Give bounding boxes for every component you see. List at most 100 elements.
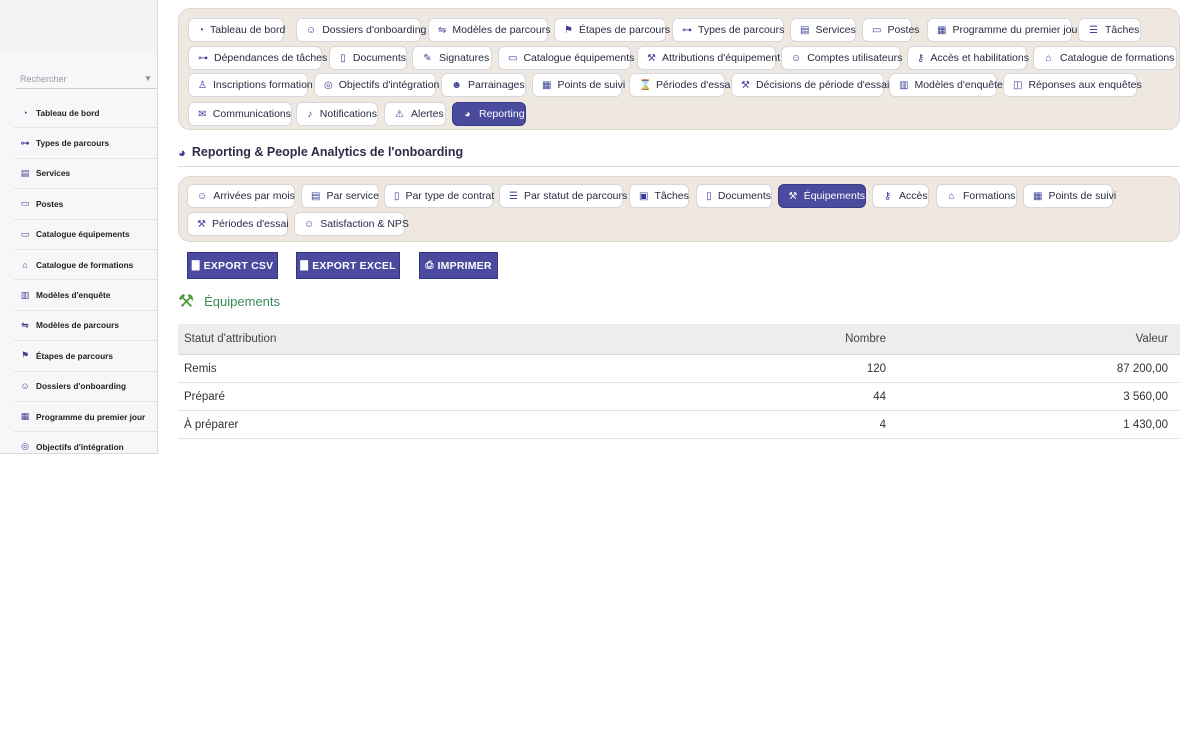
warning-icon: ⚠	[395, 108, 404, 120]
nav-tab[interactable]: ▦ Programme du premier jour	[927, 18, 1081, 42]
report-table: Statut d'attribution Nombre Valeur Remis…	[178, 324, 1180, 439]
nav-tab[interactable]: ▭ Postes	[862, 18, 920, 42]
export-csv-button[interactable]: ▇ EXPORT CSV	[187, 252, 278, 279]
nav-tab[interactable]: ☺ Dossiers d'onboarding	[296, 18, 426, 42]
sidebar-item-label: Programme du premier jour	[36, 411, 146, 422]
report-tab[interactable]: ⚒ Équipements	[778, 184, 866, 208]
hierarchy-icon: ⊶	[682, 24, 692, 36]
signature-icon: ✎	[423, 52, 432, 64]
nav-tab[interactable]: ⚑ Étapes de parcours	[554, 18, 670, 42]
sidebar-item[interactable]: ⌂ Catalogue de formations	[14, 250, 157, 281]
nav-tab[interactable]: ⚒ Décisions de période d'essai	[731, 73, 889, 97]
badge-icon: ▭	[872, 24, 882, 36]
key-icon: ⚷	[883, 190, 892, 202]
sidebar-item-label: Objectifs d'intégration	[36, 441, 124, 452]
sidebar-item[interactable]: ▭ Postes	[14, 189, 157, 220]
report-tab[interactable]: ▯ Documents	[696, 184, 772, 208]
sidebar-item[interactable]: ◔ Tableau de bord	[14, 98, 157, 129]
sidebar-item[interactable]: ⇋ Modèles de parcours	[14, 311, 157, 342]
gavel-icon: ⚒	[197, 218, 206, 230]
nav-tab[interactable]: ⌛ Périodes d'essai	[629, 73, 733, 97]
report-tab[interactable]: ▯ Par type de contrat	[384, 184, 495, 208]
report-tab[interactable]: ▦ Points de suivi	[1023, 184, 1116, 208]
sidebar-item[interactable]: ▦ Programme du premier jour	[14, 402, 157, 433]
nav-tab[interactable]: ⚠ Alertes	[384, 102, 446, 126]
nav-tab[interactable]: ◫ Réponses aux enquêtes	[1003, 73, 1142, 97]
target-icon: ◎	[21, 441, 29, 452]
dolly-icon: ⚒	[178, 290, 195, 311]
nav-tab-label: Modèles d'enquête	[914, 79, 1003, 91]
column-header-status[interactable]: Statut d'attribution	[178, 333, 678, 345]
report-tab-label: Par type de contrat	[405, 190, 495, 202]
nav-tab[interactable]: ▤ Services	[790, 18, 856, 42]
export-excel-button[interactable]: ▇ EXPORT EXCEL	[296, 252, 400, 279]
signs-icon: ⇋	[21, 319, 29, 330]
nav-tab-label: Objectifs d'intégration	[338, 79, 440, 91]
report-tab[interactable]: ⚒ Périodes d'essai	[187, 212, 289, 236]
sidebar-item[interactable]: ▤ Services	[14, 159, 157, 190]
sidebar-item[interactable]: ◎ Objectifs d'intégration	[14, 432, 157, 453]
nav-tab[interactable]: ▯ Documents	[329, 46, 407, 70]
sidebar-item[interactable]: ⚑ Étapes de parcours	[14, 341, 157, 372]
nav-tab[interactable]: ◎ Objectifs d'intégration	[314, 73, 439, 97]
sidebar-item[interactable]: ☺ Dossiers d'onboarding	[14, 372, 157, 402]
caret-down-icon[interactable]: ▼	[144, 69, 152, 89]
print-button[interactable]: ⎙ IMPRIMER	[419, 252, 498, 279]
report-heading: ⚒ Équipements	[178, 290, 280, 312]
nav-tab[interactable]: ♪ Notifications	[296, 102, 378, 126]
nav-tab[interactable]: ⊶ Types de parcours	[672, 18, 784, 42]
nav-tab[interactable]: ✎ Signatures	[412, 46, 492, 70]
nav-tab[interactable]: ◔ Tableau de bord	[188, 18, 285, 42]
building-icon: ▤	[311, 190, 321, 202]
report-tabs-panel: ☺ Arrivées par mois ▤ Par service ▯ Par type …	[178, 176, 1180, 242]
users-cog-icon: ☺	[791, 52, 802, 64]
column-header-count[interactable]: Nombre	[678, 333, 886, 345]
file-excel-icon: ▇	[300, 260, 309, 271]
status-cell: Remis	[184, 362, 217, 375]
sidebar-item-label: Types de parcours	[36, 138, 110, 149]
report-tab[interactable]: ⚷ Accès	[872, 184, 929, 208]
hierarchy-icon: ⊶	[20, 137, 30, 148]
nav-tab[interactable]: ☺ Comptes utilisateurs	[781, 46, 902, 70]
nav-tab-label: Documents	[352, 52, 406, 64]
report-tab[interactable]: ☺ Arrivées par mois	[187, 184, 295, 208]
report-tab[interactable]: ▣ Tâches	[629, 184, 689, 208]
sidebar-item[interactable]: ⊶ Types de parcours	[14, 128, 157, 159]
nav-tab-label: Alertes	[411, 108, 444, 120]
key-icon: ⚷	[917, 52, 925, 64]
nav-tab[interactable]: ◕ Reporting	[452, 102, 526, 126]
report-tab[interactable]: ☺ Satisfaction & NPS	[294, 212, 409, 236]
search-placeholder: Rechercher	[20, 74, 67, 84]
count-cell: 44	[873, 390, 886, 403]
nav-tab[interactable]: ☻ Parrainages	[441, 73, 526, 97]
search-select[interactable]: Rechercher ▼	[16, 69, 157, 89]
chart-pie-icon: ◕	[178, 145, 186, 160]
nav-tab[interactable]: ✉ Communications	[188, 102, 292, 126]
file-contract-icon: ▯	[394, 190, 400, 202]
sidebar-item[interactable]: ▭ Catalogue équipements	[14, 220, 157, 250]
sidebar-item-label: Postes	[36, 198, 64, 209]
nav-tab[interactable]: ♙ Inscriptions formation	[188, 73, 313, 97]
value-cell: 1 430,00	[1123, 418, 1168, 431]
nav-tab[interactable]: ⌂ Catalogue de formations	[1033, 46, 1177, 70]
report-tab[interactable]: ☰ Par statut de parcours	[499, 184, 627, 208]
sidebar-item[interactable]: ▥ Modèles d'enquête	[14, 280, 157, 311]
report-tab[interactable]: ▤ Par service	[301, 184, 379, 208]
nav-tab[interactable]: ⊶ Dépendances de tâches	[188, 46, 327, 70]
nav-tab[interactable]: ▥ Modèles d'enquête	[889, 73, 1003, 97]
nav-tab-label: Postes	[887, 24, 920, 36]
nav-tab[interactable]: ⚷ Accès et habilitations	[907, 46, 1029, 70]
building-icon: ▤	[20, 167, 30, 178]
report-tab-label: Accès	[899, 190, 928, 202]
nav-tab[interactable]: ⇋ Modèles de parcours	[428, 18, 550, 42]
report-tab-label: Formations	[963, 190, 1016, 202]
nav-tab[interactable]: ▦ Points de suivi	[532, 73, 625, 97]
chart-pie-icon: ◕	[464, 108, 471, 120]
column-header-value[interactable]: Valeur	[886, 333, 1174, 345]
nav-tab[interactable]: ▭ Catalogue équipements	[498, 46, 634, 70]
nav-tab[interactable]: ⚒ Attributions d'équipement	[637, 46, 780, 70]
nav-tab[interactable]: ☰ Tâches	[1078, 18, 1141, 42]
report-tab-label: Tâches	[654, 190, 689, 202]
report-tab[interactable]: ⌂ Formations	[936, 184, 1017, 208]
graduation-cap-icon: ⌂	[948, 190, 955, 202]
